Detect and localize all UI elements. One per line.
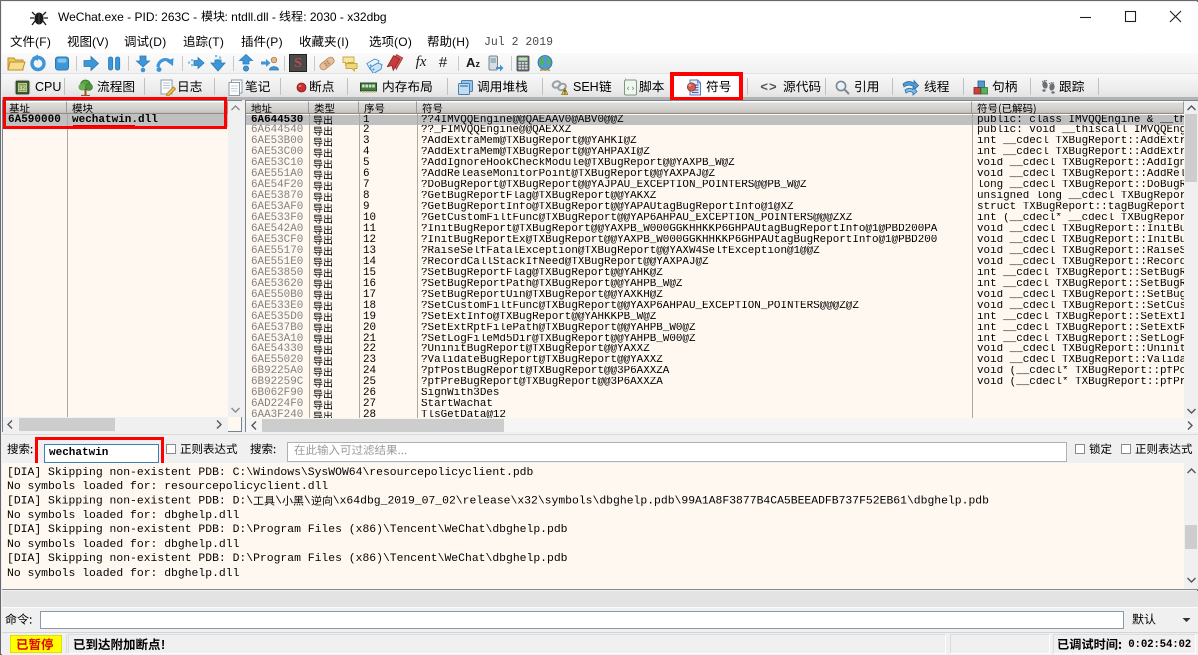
svg-text:‹›: ‹› — [626, 85, 636, 94]
svg-text:32: 32 — [19, 86, 26, 92]
